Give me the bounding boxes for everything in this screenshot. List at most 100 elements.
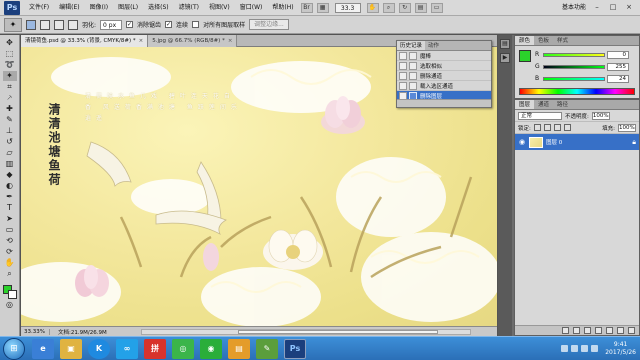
history-checkbox[interactable] (399, 51, 407, 60)
minimize-icon[interactable]: – (590, 3, 604, 13)
tab-styles[interactable]: 样式 (553, 36, 572, 45)
history-item[interactable]: 选取相似 (397, 61, 491, 71)
menu-layer[interactable]: 图层(L) (113, 0, 143, 16)
type-tool-icon[interactable]: T (3, 203, 17, 213)
magic-wand-preset-icon[interactable]: ✦ (4, 17, 22, 32)
pen-tool-icon[interactable]: ✒ (3, 192, 17, 202)
new-layer-icon[interactable] (617, 327, 624, 334)
layer-name[interactable]: 图层 0 (546, 138, 562, 146)
start-button[interactable]: ⊞ (3, 337, 25, 360)
zoom-tool-icon[interactable]: ⌕ (382, 2, 395, 13)
contiguous-checkbox[interactable]: ✓ (165, 21, 173, 28)
maximize-icon[interactable]: □ (606, 3, 620, 13)
color-spectrum-bar[interactable] (519, 88, 635, 95)
lock-transparent-icon[interactable] (533, 124, 541, 131)
opacity-input[interactable]: 100% (591, 111, 610, 120)
tray-battery-icon[interactable] (591, 345, 599, 352)
photoshop-taskbar-icon[interactable]: Ps (284, 338, 306, 359)
tab-document-1[interactable]: 清镜荷鱼.psd @ 33.3% (背景, CMYK/8#) * × (21, 35, 149, 47)
trash-icon[interactable] (628, 327, 635, 334)
tab-swatches[interactable]: 色板 (534, 36, 553, 45)
move-tool-icon[interactable]: ✥ (3, 38, 17, 48)
close-icon[interactable]: × (622, 3, 636, 13)
wechat-icon[interactable]: ◉ (200, 338, 222, 359)
tab-actions[interactable]: 动作 (425, 41, 442, 50)
layer-mask-icon[interactable] (584, 327, 591, 334)
eraser-tool-icon[interactable]: ▱ (3, 148, 17, 158)
hand-tool-icon[interactable]: ✋ (366, 2, 379, 13)
history-item[interactable]: 载入选区通道 (397, 81, 491, 91)
horizontal-scrollbar[interactable] (141, 329, 471, 335)
3d-camera-tool-icon[interactable]: ⟳ (3, 247, 17, 257)
red-value-input[interactable]: 0 (607, 50, 629, 59)
arrange-documents-icon[interactable]: ▤ (414, 2, 427, 13)
menu-file[interactable]: 文件(F) (24, 0, 54, 16)
bridge-icon[interactable]: Br (300, 2, 313, 13)
tab-layers[interactable]: 图层 (515, 100, 535, 109)
scrollbar-thumb[interactable] (238, 330, 438, 334)
refine-edge-button[interactable]: 调整边缘... (249, 19, 289, 30)
link-layers-icon[interactable] (562, 327, 569, 334)
folder-icon[interactable]: ▣ (60, 338, 82, 359)
new-selection-icon[interactable] (26, 19, 36, 30)
lasso-tool-icon[interactable]: ➰ (3, 60, 17, 70)
menu-help[interactable]: 帮助(H) (267, 0, 298, 16)
actions-panel-icon[interactable]: ▶ (500, 53, 510, 63)
tab-color[interactable]: 颜色 (515, 36, 535, 45)
gradient-tool-icon[interactable]: ▥ (3, 159, 17, 169)
zoom-tool-icon[interactable]: ⌕ (3, 269, 17, 279)
layer-style-icon[interactable] (573, 327, 580, 334)
menu-window[interactable]: 窗口(W) (235, 0, 268, 16)
marquee-tool-icon[interactable]: ⬚ (3, 49, 17, 59)
fill-input[interactable]: 100% (618, 123, 636, 132)
eye-icon[interactable]: ◉ (518, 138, 526, 146)
history-checkbox[interactable] (399, 81, 407, 90)
paint-icon[interactable]: ✎ (256, 338, 278, 359)
history-item[interactable]: 删除通道 (397, 71, 491, 81)
green-value-input[interactable]: 255 (607, 62, 629, 71)
tab-document-2[interactable]: 5.jpg @ 66.7% (RGB/8#) * × (148, 35, 238, 47)
red-slider[interactable] (543, 52, 605, 57)
quick-mask-icon[interactable]: ◎ (3, 300, 17, 310)
kugou-icon[interactable]: K (88, 338, 110, 359)
status-zoom[interactable]: 33.33% (24, 328, 50, 335)
clone-stamp-tool-icon[interactable]: ⊥ (3, 126, 17, 136)
blue-value-input[interactable]: 24 (607, 74, 629, 83)
path-selection-tool-icon[interactable]: ➤ (3, 214, 17, 224)
feather-input[interactable]: 0 px (100, 19, 123, 30)
healing-brush-tool-icon[interactable]: ✚ (3, 104, 17, 114)
layer-row[interactable]: ◉ 图层 0 🔒︎ (515, 134, 639, 150)
intersect-selection-icon[interactable] (68, 19, 78, 30)
crop-tool-icon[interactable]: ⌗ (3, 82, 17, 92)
tab-channels[interactable]: 通道 (534, 100, 553, 109)
image-viewer-icon[interactable]: ▤ (228, 338, 250, 359)
tab-paths[interactable]: 路径 (553, 100, 572, 109)
mini-bridge-icon[interactable]: ▦ (316, 2, 329, 13)
green-slider[interactable] (543, 64, 605, 69)
brush-tool-icon[interactable]: ✎ (3, 115, 17, 125)
close-icon[interactable]: × (228, 35, 233, 47)
tray-network-icon[interactable] (561, 345, 569, 352)
add-selection-icon[interactable] (40, 19, 50, 30)
rotate-view-icon[interactable]: ↻ (398, 2, 411, 13)
ie-icon[interactable]: e (32, 338, 54, 359)
menu-select[interactable]: 选择(S) (143, 0, 174, 16)
clock[interactable]: 9:41 2017/5/26 (605, 341, 636, 357)
history-brush-tool-icon[interactable]: ↺ (3, 137, 17, 147)
360-icon[interactable]: ◎ (172, 338, 194, 359)
blur-tool-icon[interactable]: ◆ (3, 170, 17, 180)
history-item[interactable]: 魔棒 (397, 51, 491, 61)
lock-pixels-icon[interactable] (543, 124, 551, 131)
zoom-level-input[interactable]: 33.3 (334, 2, 361, 13)
hand-tool-icon[interactable]: ✋ (3, 258, 17, 268)
dodge-tool-icon[interactable]: ◐ (3, 181, 17, 191)
tab-history[interactable]: 历史记录 (397, 41, 426, 50)
history-panel-icon[interactable]: ▤ (500, 39, 510, 49)
lock-all-icon[interactable] (563, 124, 571, 131)
history-checkbox[interactable] (399, 71, 407, 80)
blend-mode-select[interactable]: 正常 (518, 111, 562, 120)
eyedropper-tool-icon[interactable]: ⸕ (3, 93, 17, 103)
foreground-color-swatch[interactable] (519, 50, 531, 62)
menu-view[interactable]: 视图(V) (204, 0, 235, 16)
menu-image[interactable]: 图像(I) (85, 0, 113, 16)
